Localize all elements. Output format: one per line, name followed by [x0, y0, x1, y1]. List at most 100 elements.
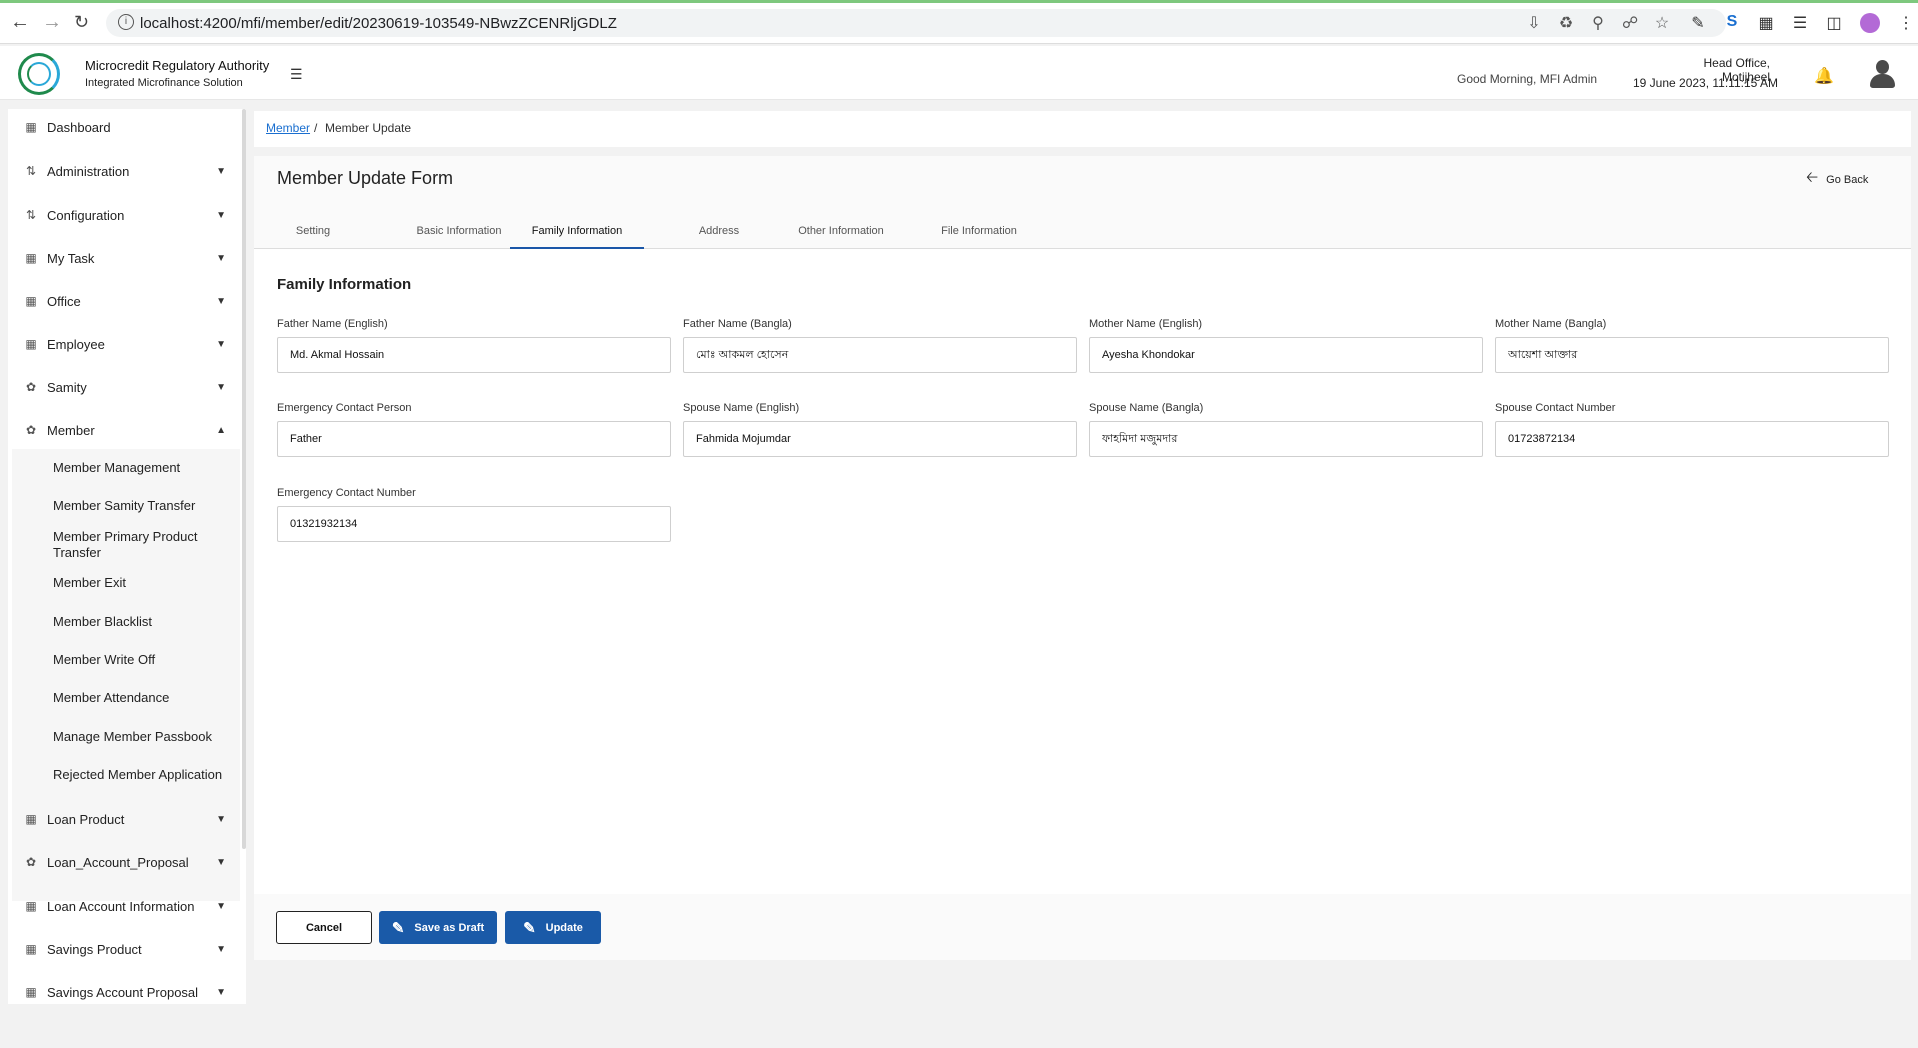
sidebar-item-label: Savings Product: [47, 941, 142, 957]
submenu-member-management[interactable]: Member Management: [53, 460, 233, 476]
update-label: Update: [545, 921, 583, 934]
tab-file-information[interactable]: File Information: [919, 216, 1039, 249]
form-actions: Cancel ✎ Save as Draft ✎ Update: [254, 894, 1911, 960]
employee-icon: ▦: [25, 337, 37, 351]
chevron-down-icon: ▼: [216, 338, 226, 350]
current-datetime: 19 June 2023, 11:11:15 AM: [1632, 76, 1778, 90]
cancel-button[interactable]: Cancel: [276, 911, 372, 944]
tab-address[interactable]: Address: [669, 216, 769, 249]
profile-avatar-icon[interactable]: [1860, 13, 1880, 33]
breadcrumb-current: Member Update: [325, 121, 412, 135]
mother-name-english-label: Mother Name (English): [1089, 318, 1203, 330]
father-name-english-input[interactable]: [277, 337, 671, 373]
sidebar-item-savings-product[interactable]: ▦ Savings Product ▼: [8, 934, 246, 964]
spouse-name-english-input[interactable]: [683, 421, 1077, 457]
notification-bell-icon[interactable]: 🔔: [1814, 66, 1834, 86]
form-tabs: Setting Basic Information Family Informa…: [254, 216, 1911, 249]
submenu-member-exit[interactable]: Member Exit: [53, 575, 233, 591]
menu-toggle-icon[interactable]: ☰: [290, 66, 303, 83]
sidebar-item-loan-product[interactable]: ▦ Loan Product ▼: [8, 804, 246, 834]
tab-other-information[interactable]: Other Information: [776, 216, 906, 249]
section-title: Family Information: [277, 276, 412, 293]
save-as-draft-button[interactable]: ✎ Save as Draft: [379, 911, 497, 944]
sidebar-item-label: Savings Account Proposal: [47, 984, 199, 1000]
submenu-member-primary-product-transfer[interactable]: Member Primary Product Transfer: [53, 529, 233, 561]
submenu-member-write-off[interactable]: Member Write Off: [53, 652, 233, 668]
tab-family-information[interactable]: Family Information: [510, 216, 644, 249]
mother-name-bangla-input[interactable]: [1495, 337, 1889, 373]
mother-name-english-input[interactable]: [1089, 337, 1483, 373]
emergency-contact-number-input[interactable]: [277, 506, 671, 542]
sidebar-item-dashboard[interactable]: ▦ Dashboard: [8, 112, 246, 142]
bookmark-star-icon[interactable]: ☆: [1654, 13, 1670, 33]
office-icon: ▦: [25, 294, 37, 308]
submenu-manage-member-passbook[interactable]: Manage Member Passbook: [53, 729, 233, 745]
spouse-name-english-label: Spouse Name (English): [683, 402, 800, 414]
breadcrumb-member-link[interactable]: Member: [266, 121, 310, 135]
tab-basic-information[interactable]: Basic Information: [391, 216, 527, 249]
sidebar-item-office[interactable]: ▦ Office ▼: [8, 286, 246, 316]
spouse-contact-number-input[interactable]: [1495, 421, 1889, 457]
father-name-bangla-input[interactable]: [683, 337, 1077, 373]
dashboard-icon: ▦: [25, 120, 37, 134]
sidebar-item-loan-account-proposal[interactable]: ✿ Loan_Account_Proposal ▼: [8, 847, 246, 877]
sidebar-item-label: Loan Product: [47, 811, 125, 827]
breadcrumb: Member / Member Update: [254, 111, 1911, 147]
sidebar-item-label: Administration: [47, 163, 130, 179]
extension-s-icon[interactable]: S: [1724, 13, 1740, 33]
extensions-puzzle-icon[interactable]: ▦: [1758, 13, 1774, 33]
install-icon[interactable]: ⇩: [1526, 13, 1542, 33]
sidebar-item-employee[interactable]: ▦ Employee ▼: [8, 329, 246, 359]
submenu-rejected-member-application[interactable]: Rejected Member Application: [53, 767, 233, 783]
reload-icon[interactable]: ↻: [74, 12, 89, 33]
edit-icon: ✎: [523, 919, 536, 937]
account-icon: ▦: [25, 899, 37, 913]
father-name-english-label: Father Name (English): [277, 318, 388, 330]
submenu-member-attendance[interactable]: Member Attendance: [53, 690, 233, 706]
user-avatar-icon[interactable]: [1868, 60, 1896, 90]
chevron-down-icon: ▼: [216, 856, 226, 868]
task-icon: ▦: [25, 251, 37, 265]
group-icon: ✿: [25, 380, 37, 394]
sidebar-item-administration[interactable]: ⇅ Administration ▼: [8, 156, 246, 186]
eyedropper-icon[interactable]: ✎: [1690, 13, 1706, 33]
sidebar-item-loan-account-information[interactable]: ▦ Loan Account Information ▼: [8, 891, 246, 921]
app-header: Microcredit Regulatory Authority Integra…: [0, 46, 1918, 100]
browser-menu-icon[interactable]: ⋮: [1898, 13, 1914, 33]
go-back-button[interactable]: 🡠 Go Back: [1806, 167, 1868, 192]
share-icon[interactable]: ☍: [1622, 13, 1638, 33]
sidebar-item-my-task[interactable]: ▦ My Task ▼: [8, 243, 246, 273]
sidebar-item-configuration[interactable]: ⇅ Configuration ▼: [8, 200, 246, 230]
spouse-name-bangla-input[interactable]: [1089, 421, 1483, 457]
media-queue-icon[interactable]: ☰: [1792, 13, 1808, 33]
product-icon: ▦: [25, 942, 37, 956]
forward-icon[interactable]: →: [42, 11, 62, 34]
save-as-draft-label: Save as Draft: [414, 921, 485, 934]
zoom-icon[interactable]: ⚲: [1590, 13, 1606, 33]
emergency-contact-person-input[interactable]: [277, 421, 671, 457]
sidebar-item-member[interactable]: ✿ Member ▲: [8, 415, 246, 445]
mra-logo: [18, 53, 60, 95]
back-icon[interactable]: ←: [10, 11, 30, 34]
sidebar-item-samity[interactable]: ✿ Samity ▼: [8, 372, 246, 402]
sliders-icon: ⇅: [25, 164, 37, 178]
update-button[interactable]: ✎ Update: [505, 911, 601, 944]
sidebar-item-label: Loan Account Information: [47, 898, 195, 914]
org-subtitle: Integrated Microfinance Solution: [85, 77, 243, 89]
page-title: Member Update Form: [277, 168, 454, 188]
father-name-bangla-label: Father Name (Bangla): [683, 318, 792, 330]
submenu-member-samity-transfer[interactable]: Member Samity Transfer: [53, 498, 233, 514]
sidepanel-icon[interactable]: ◫: [1826, 13, 1842, 33]
sidebar-scrollbar[interactable]: [242, 109, 246, 849]
site-info-icon[interactable]: i: [118, 14, 134, 30]
url-text[interactable]: localhost:4200/mfi/member/edit/20230619-…: [140, 15, 617, 32]
address-bar[interactable]: i localhost:4200/mfi/member/edit/2023061…: [106, 9, 1726, 37]
account-icon: ▦: [25, 985, 37, 999]
member-icon: ✿: [25, 423, 37, 437]
sidebar-item-savings-account-proposal[interactable]: ▦ Savings Account Proposal ▼: [8, 977, 246, 1004]
translate-icon[interactable]: ♻: [1558, 13, 1574, 33]
tab-setting[interactable]: Setting: [269, 216, 357, 249]
chevron-down-icon: ▼: [216, 252, 226, 264]
submenu-member-blacklist[interactable]: Member Blacklist: [53, 614, 233, 630]
mother-name-bangla-label: Mother Name (Bangla): [1495, 318, 1607, 330]
